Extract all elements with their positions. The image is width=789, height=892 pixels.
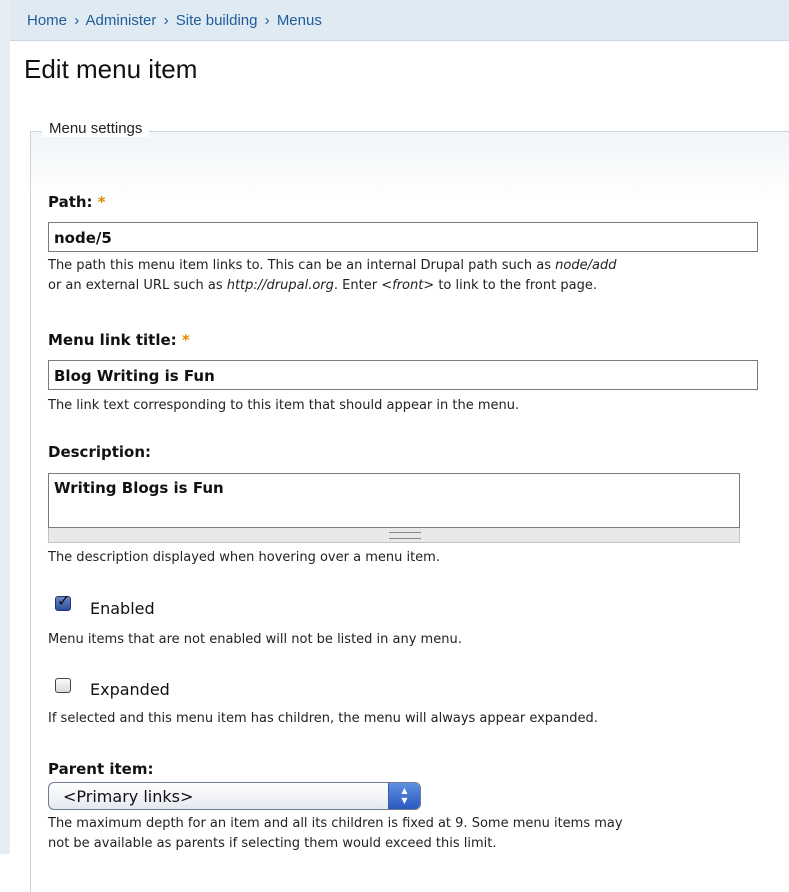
path-desc-example: <front> [381, 278, 435, 293]
enabled-label[interactable]: Enabled [90, 599, 155, 618]
enabled-checkbox[interactable]: ✓ [55, 591, 71, 611]
breadcrumb-menus[interactable]: Menus [277, 12, 322, 29]
grip-icon [389, 532, 421, 539]
breadcrumb-administer[interactable]: Administer [86, 12, 157, 29]
expanded-checkbox[interactable] [55, 678, 71, 693]
textarea-resize-handle[interactable] [48, 528, 740, 543]
page-left-border [0, 0, 10, 854]
breadcrumb: Home › Administer › Site building › Menu… [27, 12, 322, 29]
link-title-label-text: Menu link title: [48, 331, 177, 349]
page-title: Edit menu item [24, 54, 198, 84]
enabled-description: Menu items that are not enabled will not… [48, 632, 462, 647]
select-arrows-icon: ▲ ▼ [388, 783, 420, 809]
description-description: The description displayed when hovering … [48, 550, 440, 565]
parent-label: Parent item: [48, 760, 154, 778]
breadcrumb-home[interactable]: Home [27, 12, 67, 29]
parent-desc-line: The maximum depth for an item and all it… [48, 816, 623, 831]
description-label: Description: [48, 443, 152, 461]
expanded-label[interactable]: Expanded [90, 680, 170, 699]
parent-select[interactable]: <Primary links> ▲ ▼ [48, 782, 421, 810]
checkmark-icon: ✓ [57, 591, 71, 610]
parent-description: The maximum depth for an item and all it… [48, 814, 778, 854]
breadcrumb-site-building[interactable]: Site building [176, 12, 258, 29]
description-textarea[interactable]: Writing Blogs is Fun [48, 473, 740, 528]
path-label: Path: * [48, 193, 106, 211]
path-desc-text: to link to the front page. [434, 278, 597, 293]
expanded-description: If selected and this menu item has child… [48, 711, 598, 726]
breadcrumb-separator: › [74, 12, 80, 29]
path-desc-text: or an external URL such as [48, 278, 227, 293]
path-input[interactable]: node/5 [48, 222, 758, 252]
path-label-text: Path: [48, 193, 93, 211]
parent-selected-value: <Primary links> [63, 787, 194, 806]
breadcrumb-bar: Home › Administer › Site building › Menu… [10, 0, 789, 41]
required-marker: * [97, 193, 106, 211]
breadcrumb-separator: › [163, 12, 169, 29]
path-desc-example: http://drupal.org [226, 278, 334, 293]
parent-desc-line: not be available as parents if selecting… [48, 836, 497, 851]
fieldset-legend: Menu settings [42, 120, 150, 137]
link-title-label: Menu link title: * [48, 331, 190, 349]
link-title-description: The link text corresponding to this item… [48, 398, 520, 413]
path-desc-text: . Enter [333, 278, 382, 293]
link-title-input[interactable]: Blog Writing is Fun [48, 360, 758, 390]
breadcrumb-separator: › [264, 12, 270, 29]
required-marker: * [181, 331, 190, 349]
path-desc-example: node/add [555, 258, 617, 273]
path-desc-text: The path this menu item links to. This c… [48, 258, 556, 273]
path-description: The path this menu item links to. This c… [48, 256, 778, 296]
